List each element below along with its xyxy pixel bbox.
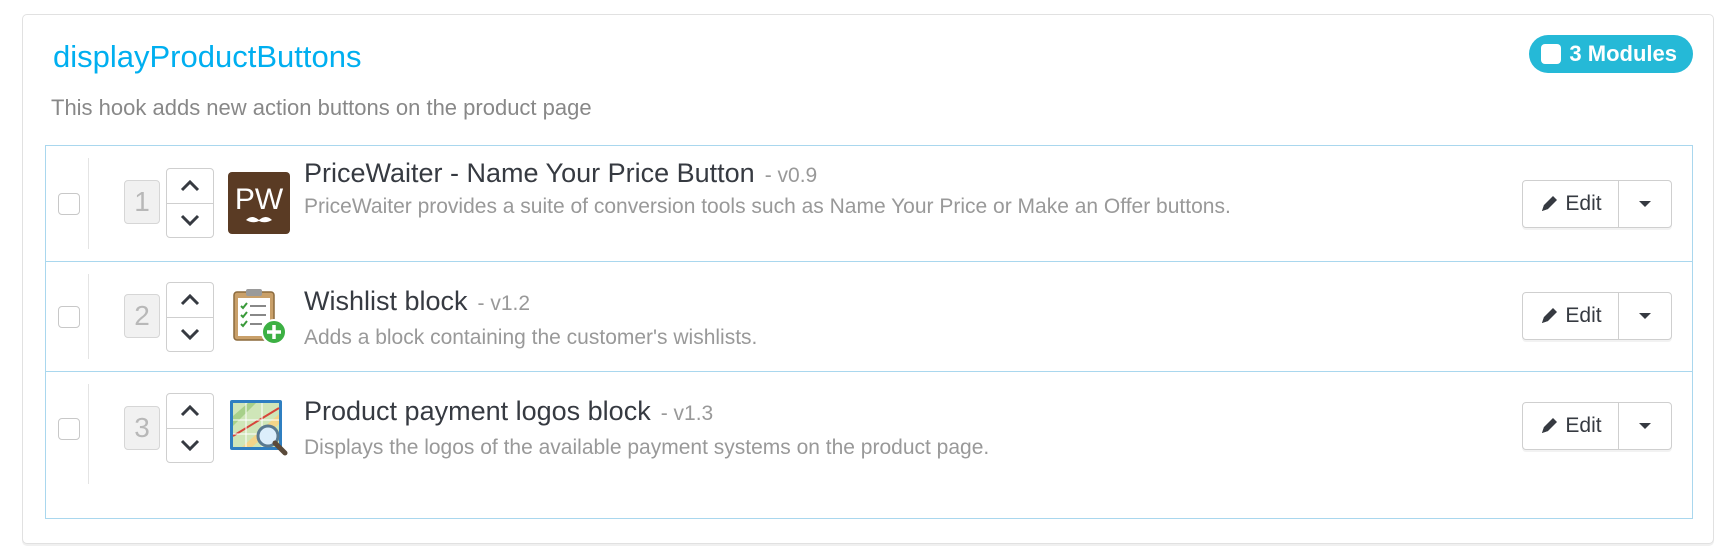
edit-label: Edit <box>1565 414 1602 437</box>
module-name-text: Wishlist block <box>304 286 468 316</box>
move-up-button[interactable] <box>167 394 213 428</box>
module-description: Displays the logos of the available paym… <box>304 436 990 459</box>
pencil-icon <box>1542 418 1558 433</box>
module-row: 1 PW PriceWaiter - Name Your Price Butto… <box>46 146 1692 262</box>
row-divider <box>88 274 89 359</box>
reorder-arrows <box>166 168 214 238</box>
row-divider <box>88 384 89 484</box>
edit-label: Edit <box>1565 192 1602 215</box>
hook-description: This hook adds new action buttons on the… <box>51 95 592 120</box>
chevron-down-icon <box>180 215 200 227</box>
module-version: - v0.9 <box>764 164 818 187</box>
move-up-button[interactable] <box>167 169 213 203</box>
module-checkbox[interactable] <box>58 193 80 215</box>
edit-button[interactable]: Edit <box>1523 181 1619 227</box>
module-description: PriceWaiter provides a suite of conversi… <box>304 195 1231 218</box>
chevron-up-icon <box>180 179 200 191</box>
module-position: 3 <box>124 406 160 450</box>
module-name: Product payment logos block - v1.3 <box>304 396 713 427</box>
move-down-button[interactable] <box>167 316 213 352</box>
modules-count-badge[interactable]: 3 Modules <box>1529 35 1693 73</box>
dropdown-toggle[interactable] <box>1619 403 1671 449</box>
module-name-text: PriceWaiter - Name Your Price Button <box>304 158 755 188</box>
chevron-down-icon <box>180 440 200 452</box>
pencil-icon <box>1542 308 1558 323</box>
module-version: - v1.3 <box>660 402 714 425</box>
module-actions: Edit <box>1522 292 1672 340</box>
reorder-arrows <box>166 393 214 463</box>
svg-text:PW: PW <box>235 183 284 216</box>
caret-down-icon <box>1639 423 1651 429</box>
hook-panel: displayProductButtons 3 Modules This hoo… <box>22 14 1714 544</box>
caret-down-icon <box>1639 201 1651 207</box>
move-down-button[interactable] <box>167 202 213 238</box>
edit-button[interactable]: Edit <box>1523 403 1619 449</box>
edit-label: Edit <box>1565 304 1602 327</box>
chevron-up-icon <box>180 404 200 416</box>
module-actions: Edit <box>1522 402 1672 450</box>
module-checkbox[interactable] <box>58 306 80 328</box>
pricewaiter-logo-icon: PW <box>228 172 290 234</box>
dropdown-toggle[interactable] <box>1619 293 1671 339</box>
module-row: 2 Wishlist block - v1.2 Adds a block con… <box>46 262 1692 372</box>
module-description: Adds a block containing the customer's w… <box>304 326 758 349</box>
pencil-icon <box>1542 196 1558 211</box>
module-name: PriceWaiter - Name Your Price Button - v0… <box>304 158 817 189</box>
modules-count-label: 3 Modules <box>1569 41 1677 66</box>
payment-logos-map-icon <box>228 396 290 458</box>
wishlist-clipboard-icon <box>228 286 290 348</box>
module-list: 1 PW PriceWaiter - Name Your Price Butto… <box>45 145 1693 519</box>
module-actions: Edit <box>1522 180 1672 228</box>
module-position: 2 <box>124 294 160 338</box>
edit-button[interactable]: Edit <box>1523 293 1619 339</box>
module-version: - v1.2 <box>477 292 531 315</box>
dropdown-toggle[interactable] <box>1619 181 1671 227</box>
reorder-arrows <box>166 282 214 352</box>
module-position: 1 <box>124 180 160 224</box>
move-down-button[interactable] <box>167 427 213 463</box>
select-all-checkbox[interactable] <box>1541 44 1562 64</box>
move-up-button[interactable] <box>167 283 213 317</box>
module-row: 3 Product payment logos block - v1.3 Dis… <box>46 372 1692 518</box>
module-checkbox[interactable] <box>58 418 80 440</box>
module-name-text: Product payment logos block <box>304 396 651 426</box>
chevron-down-icon <box>180 329 200 341</box>
hook-title: displayProductButtons <box>53 39 362 74</box>
caret-down-icon <box>1639 313 1651 319</box>
row-divider <box>88 158 89 249</box>
chevron-up-icon <box>180 293 200 305</box>
module-name: Wishlist block - v1.2 <box>304 286 530 317</box>
